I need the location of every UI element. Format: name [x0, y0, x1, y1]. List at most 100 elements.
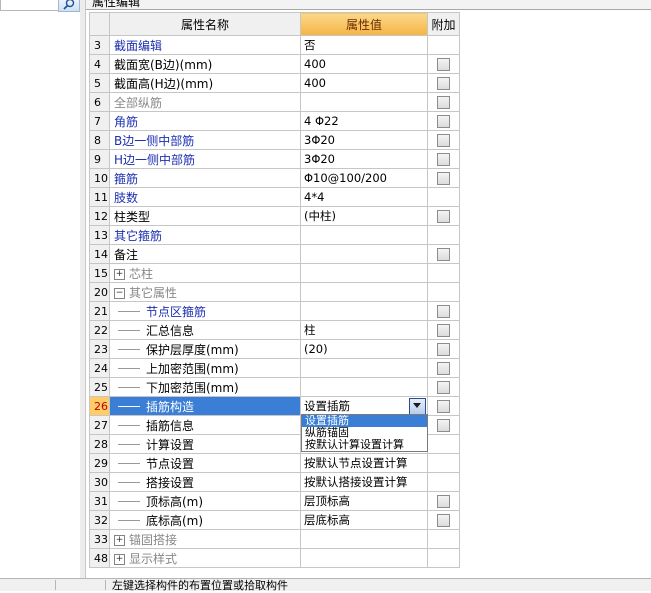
property-row[interactable]: 31 顶标高(m) 层顶标高	[89, 491, 460, 511]
property-name-cell[interactable]: B边一侧中部筋	[109, 130, 301, 150]
property-value-cell[interactable]: 400	[300, 54, 428, 74]
extra-checkbox[interactable]	[437, 115, 450, 128]
property-name-cell[interactable]: 保护层厚度(mm)	[109, 339, 301, 359]
property-value-cell[interactable]: 按默认节点设置计算	[300, 453, 428, 473]
property-name-cell[interactable]: 柱类型	[109, 206, 301, 226]
extra-checkbox[interactable]	[437, 210, 450, 223]
property-name-cell[interactable]: 插筋构造	[109, 396, 301, 416]
property-value-cell[interactable]: 否	[300, 35, 428, 55]
property-name-cell[interactable]: 截面宽(B边)(mm)	[109, 54, 301, 74]
extra-checkbox[interactable]	[437, 134, 450, 147]
property-row[interactable]: 29 节点设置 按默认节点设置计算	[89, 453, 460, 473]
expand-icon[interactable]: +	[114, 553, 125, 565]
property-row[interactable]: 21 节点区箍筋	[89, 301, 460, 321]
property-row[interactable]: 25 下加密范围(mm)	[89, 377, 460, 397]
extra-checkbox[interactable]	[437, 77, 450, 90]
splitter[interactable]	[80, 0, 86, 578]
property-row[interactable]: 15 + 芯柱	[89, 263, 460, 283]
property-value-cell[interactable]: 3Φ20	[300, 130, 428, 150]
property-row[interactable]: 20− 其它属性	[89, 282, 460, 302]
property-row[interactable]: 11 肢数 4*4	[89, 187, 460, 207]
extra-checkbox[interactable]	[437, 362, 450, 375]
extra-checkbox[interactable]	[437, 343, 450, 356]
extra-checkbox[interactable]	[437, 495, 450, 508]
search-button[interactable]	[58, 0, 80, 12]
property-name-cell[interactable]: 肢数	[109, 187, 301, 207]
property-value-cell[interactable]: Φ10@100/200	[300, 168, 428, 188]
property-value-cell[interactable]: 400	[300, 73, 428, 93]
property-name-cell[interactable]: 备注	[109, 244, 301, 264]
column-header-name[interactable]: 属性名称	[109, 12, 301, 36]
extra-checkbox[interactable]	[437, 419, 450, 432]
property-value-cell[interactable]: 4 Φ22	[300, 111, 428, 131]
property-name-cell[interactable]: 截面高(H边)(mm)	[109, 73, 301, 93]
property-row[interactable]: 6 全部纵筋	[89, 92, 460, 112]
property-row[interactable]: 26 插筋构造 设置插筋	[89, 396, 460, 416]
property-name-cell[interactable]: 箍筋	[109, 168, 301, 188]
property-name-cell[interactable]: 截面编辑	[109, 35, 301, 55]
property-value-cell[interactable]	[300, 225, 428, 245]
property-row[interactable]: 8 B边一侧中部筋 3Φ20	[89, 130, 460, 150]
property-name-cell[interactable]: 计算设置	[109, 434, 301, 454]
property-name-cell[interactable]: − 其它属性	[109, 282, 301, 302]
expand-icon[interactable]: +	[114, 534, 125, 546]
panel-tab-label[interactable]: 属性编辑	[92, 0, 140, 9]
property-row[interactable]: 13 其它箍筋	[89, 225, 460, 245]
extra-checkbox[interactable]	[437, 305, 450, 318]
property-value-cell[interactable]: (20)	[300, 339, 428, 359]
extra-checkbox[interactable]	[437, 514, 450, 527]
property-row[interactable]: 24 上加密范围(mm)	[89, 358, 460, 378]
extra-checkbox[interactable]	[437, 172, 450, 185]
dropdown-button[interactable]	[409, 398, 426, 415]
property-name-cell[interactable]: 上加密范围(mm)	[109, 358, 301, 378]
property-name-cell[interactable]: H边一侧中部筋	[109, 149, 301, 169]
property-name-cell[interactable]: + 锚固搭接	[109, 529, 301, 549]
property-row[interactable]: 10 箍筋 Φ10@100/200	[89, 168, 460, 188]
extra-checkbox[interactable]	[437, 381, 450, 394]
property-value-cell[interactable]	[300, 358, 428, 378]
property-name-cell[interactable]: + 芯柱	[109, 263, 301, 283]
search-field[interactable]	[0, 0, 60, 11]
extra-checkbox[interactable]	[437, 58, 450, 71]
property-row[interactable]: 33 + 锚固搭接	[89, 529, 460, 549]
property-name-cell[interactable]: 插筋信息	[109, 415, 301, 435]
extra-checkbox[interactable]	[437, 153, 450, 166]
property-row[interactable]: 23 保护层厚度(mm) (20)	[89, 339, 460, 359]
property-value-cell[interactable]: (中柱)	[300, 206, 428, 226]
property-value-cell[interactable]	[300, 529, 428, 549]
property-name-cell[interactable]: 汇总信息	[109, 320, 301, 340]
extra-checkbox[interactable]	[437, 96, 450, 109]
property-name-cell[interactable]: 其它箍筋	[109, 225, 301, 245]
property-name-cell[interactable]: 节点设置	[109, 453, 301, 473]
property-row[interactable]: 32 底标高(m) 层底标高	[89, 510, 460, 530]
dropdown-option[interactable]: 设置插筋	[302, 415, 427, 427]
property-value-cell[interactable]: 层底标高	[300, 510, 428, 530]
property-row[interactable]: 14 备注	[89, 244, 460, 264]
property-value-cell[interactable]	[300, 244, 428, 264]
property-row[interactable]: 9 H边一侧中部筋 3Φ20	[89, 149, 460, 169]
property-row[interactable]: 3 截面编辑 否	[89, 35, 460, 55]
property-value-cell[interactable]: 4*4	[300, 187, 428, 207]
property-row[interactable]: 7 角筋 4 Φ22	[89, 111, 460, 131]
column-header-extra[interactable]: 附加	[427, 12, 460, 36]
property-value-cell[interactable]: 3Φ20	[300, 149, 428, 169]
property-value-cell[interactable]	[300, 301, 428, 321]
property-value-cell[interactable]	[300, 92, 428, 112]
property-name-cell[interactable]: 节点区箍筋	[109, 301, 301, 321]
expand-icon[interactable]: +	[114, 268, 125, 280]
property-row[interactable]: 22 汇总信息 柱	[89, 320, 460, 340]
property-name-cell[interactable]: + 显示样式	[109, 548, 301, 568]
extra-checkbox[interactable]	[437, 400, 450, 413]
property-row[interactable]: 48 + 显示样式	[89, 548, 460, 568]
property-value-cell[interactable]	[300, 377, 428, 397]
property-name-cell[interactable]: 全部纵筋	[109, 92, 301, 112]
property-value-cell[interactable]: 按默认搭接设置计算	[300, 472, 428, 492]
extra-checkbox[interactable]	[437, 324, 450, 337]
property-value-cell[interactable]: 层顶标高	[300, 491, 428, 511]
property-value-cell[interactable]	[300, 263, 428, 283]
property-value-cell[interactable]	[300, 282, 428, 302]
extra-checkbox[interactable]	[437, 248, 450, 261]
column-header-value[interactable]: 属性值	[300, 12, 428, 36]
property-value-cell[interactable]: 柱	[300, 320, 428, 340]
property-name-cell[interactable]: 搭接设置	[109, 472, 301, 492]
